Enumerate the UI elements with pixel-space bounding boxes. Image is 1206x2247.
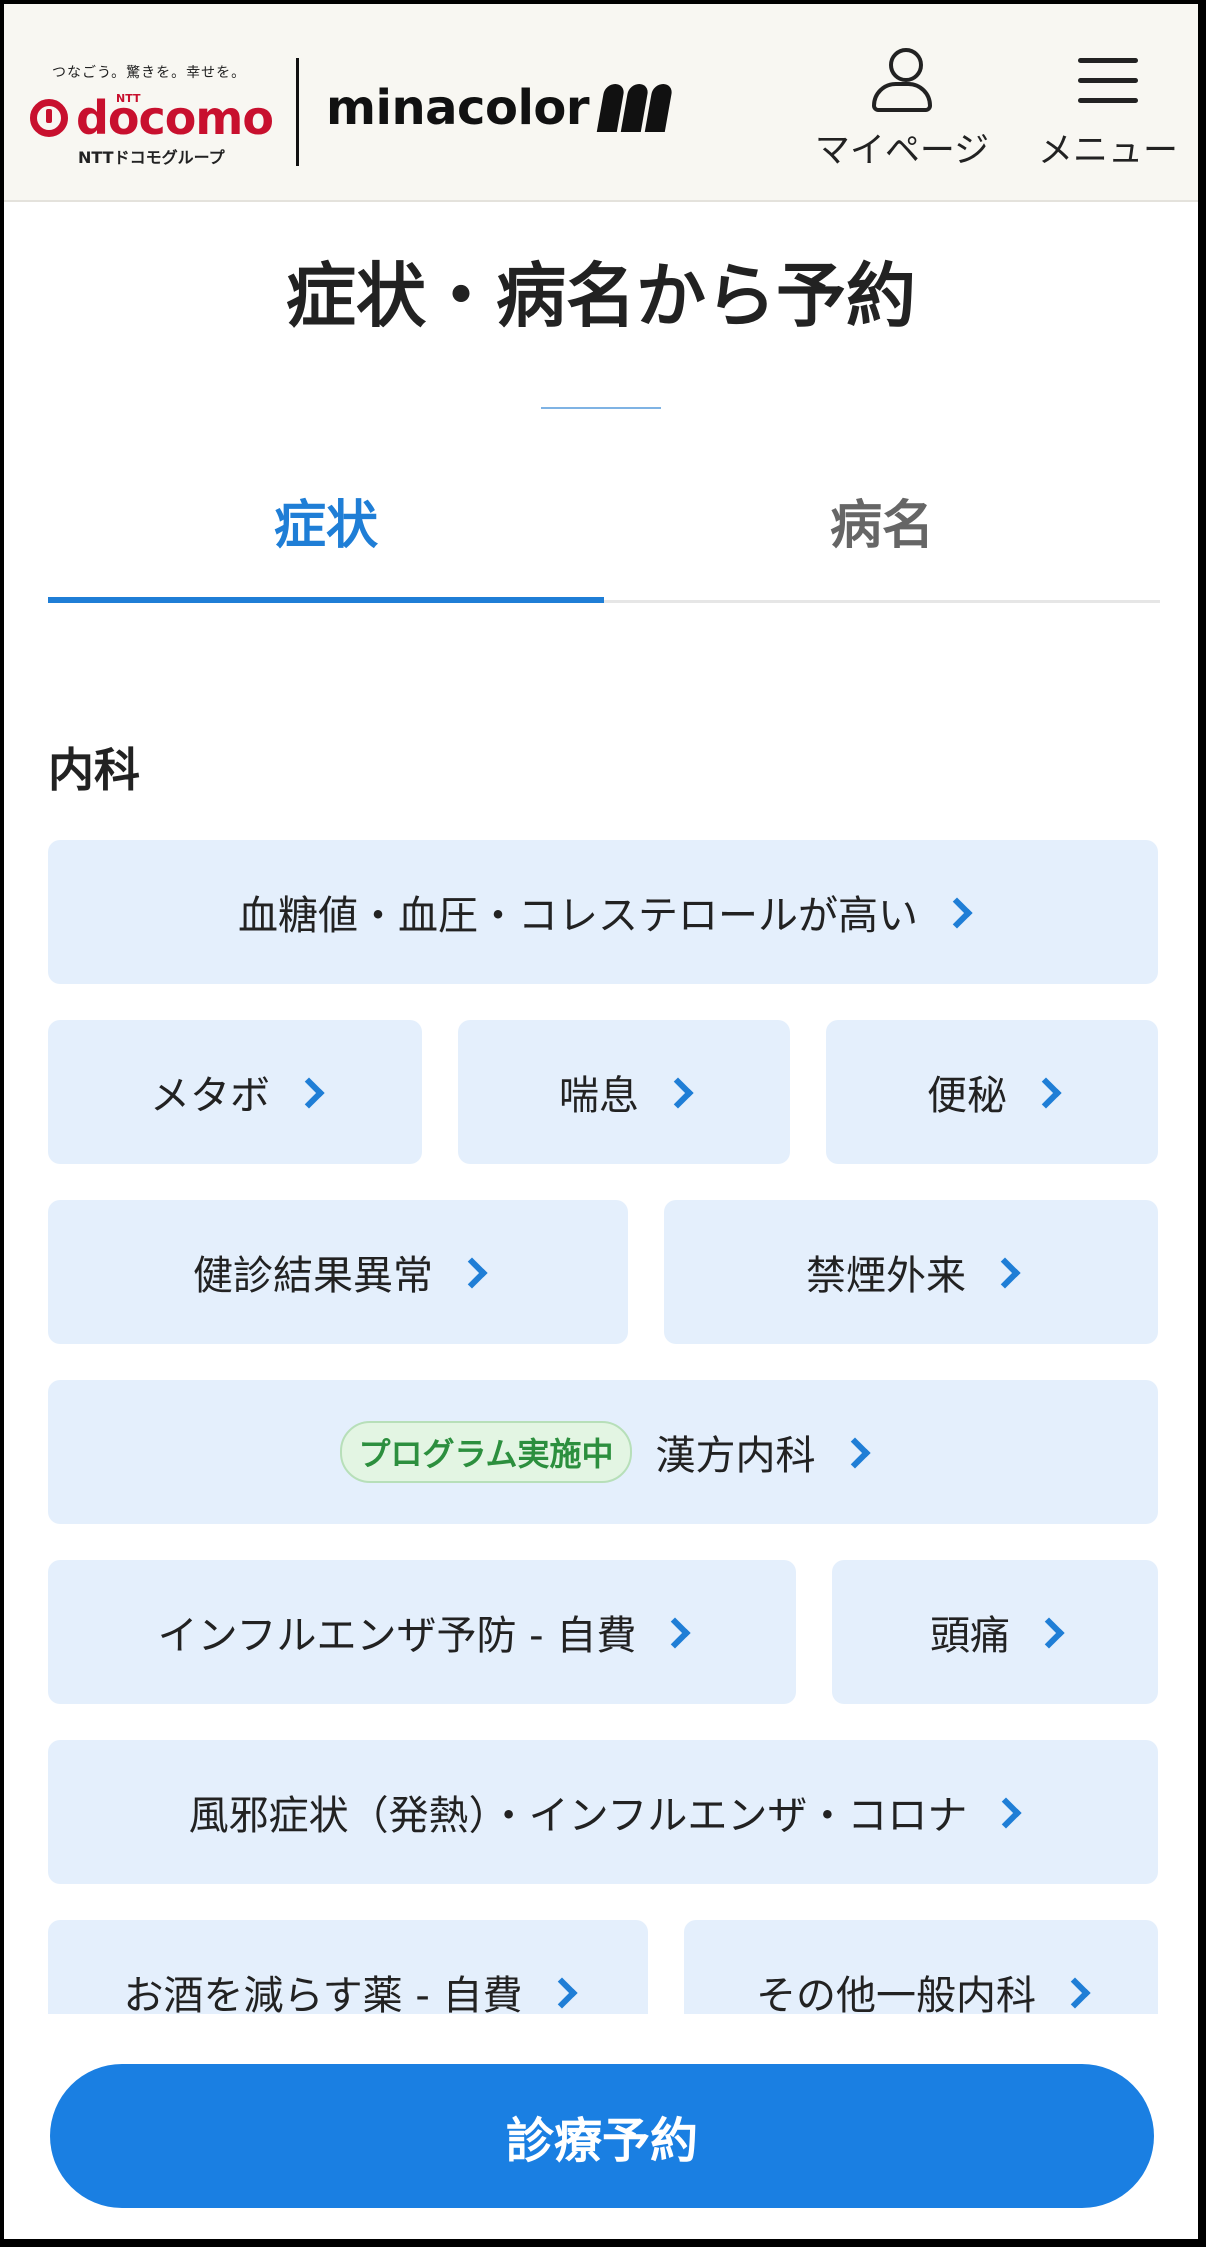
chevron-right-icon <box>659 1617 691 1649</box>
symptom-item-smoking[interactable]: 禁煙外来 <box>664 1200 1158 1344</box>
mypage-label: マイページ <box>814 131 990 171</box>
symptom-label: インフルエンザ予防 - 自費 <box>157 1613 637 1659</box>
minacolor-brand-text: minacolor <box>326 80 590 136</box>
chevron-right-icon <box>838 1437 871 1469</box>
chevron-right-icon <box>1033 1617 1065 1649</box>
symptom-label: 喘息 <box>559 1073 639 1119</box>
symptom-label: 風邪症状（発熱）・インフルエンザ・コロナ <box>188 1793 968 1839</box>
page-title: 症状・病名から予約 <box>286 255 916 337</box>
chevron-right-icon <box>989 1257 1021 1289</box>
symptom-label: 血糖値・血圧・コレステロールが高い <box>238 893 918 939</box>
docomo-ntt-text: NTT <box>116 92 141 105</box>
reserve-button[interactable]: 診療予約 <box>50 2064 1154 2208</box>
logo-divider <box>296 58 299 166</box>
symptom-item-blood-sugar[interactable]: 血糖値・血圧・コレステロールが高い <box>48 840 1158 984</box>
chevron-right-icon <box>990 1797 1022 1829</box>
symptom-label: 健診結果異常 <box>193 1253 433 1299</box>
symptom-label: その他一般内科 <box>756 1973 1036 2014</box>
symptom-item-checkup[interactable]: 健診結果異常 <box>48 1200 628 1344</box>
site-header: つなごう。驚きを。幸せを。 docomo NTT NTTドコモグループ mina… <box>4 4 1198 202</box>
symptom-label: お酒を減らす薬 - 自費 <box>123 1973 523 2014</box>
chevron-right-icon <box>1059 1977 1091 2009</box>
section-title: 内科 <box>48 743 140 797</box>
symptom-item-alcohol[interactable]: お酒を減らす薬 - 自費 <box>48 1920 648 2014</box>
chevron-right-icon <box>662 1077 694 1109</box>
docomo-wordmark: docomo <box>30 88 274 148</box>
symptom-item-asthma[interactable]: 喘息 <box>458 1020 790 1164</box>
chevron-right-icon <box>941 897 973 929</box>
program-badge: プログラム実施中 <box>340 1421 632 1483</box>
symptom-label: 漢方内科 <box>655 1433 816 1479</box>
person-icon <box>870 48 934 112</box>
symptom-label: 頭痛 <box>930 1613 1010 1659</box>
symptom-label: 禁煙外来 <box>806 1253 966 1299</box>
symptom-item-kampo[interactable]: プログラム実施中 漢方内科 <box>48 1380 1158 1524</box>
tab-diseases[interactable]: 病名 <box>604 474 1160 600</box>
symptom-label: メタボ <box>150 1073 270 1119</box>
docomo-tagline: つなごう。驚きを。幸せを。 <box>52 65 247 81</box>
docomo-group-text: NTTドコモグループ <box>78 148 225 167</box>
chevron-right-icon <box>456 1257 488 1289</box>
mypage-button[interactable]: マイページ <box>812 48 992 173</box>
menu-button[interactable]: メニュー <box>1028 48 1188 173</box>
app-frame: つなごう。驚きを。幸せを。 docomo NTT NTTドコモグループ mina… <box>4 4 1198 2239</box>
symptom-list: 血糖値・血圧・コレステロールが高い メタボ 喘息 便秘 健診結果異常 禁煙外来 … <box>4 840 1198 2014</box>
chevron-right-icon <box>1030 1077 1062 1109</box>
hamburger-icon <box>1078 48 1138 112</box>
tab-bar: 症状 病名 <box>48 474 1160 603</box>
chevron-right-icon <box>545 1977 578 2009</box>
tab-symptoms[interactable]: 症状 <box>48 474 604 603</box>
chevron-right-icon <box>293 1077 325 1109</box>
menu-label: メニュー <box>1037 131 1178 171</box>
symptom-item-cold-flu-covid[interactable]: 風邪症状（発熱）・インフルエンザ・コロナ <box>48 1740 1158 1884</box>
symptom-item-flu-vaccine[interactable]: インフルエンザ予防 - 自費 <box>48 1560 796 1704</box>
symptom-item-metabo[interactable]: メタボ <box>48 1020 422 1164</box>
minacolor-logo[interactable]: minacolor <box>326 80 674 136</box>
docomo-mark-icon <box>30 99 68 137</box>
minacolor-mark-icon <box>596 84 674 132</box>
symptom-label: 便秘 <box>927 1073 1007 1119</box>
symptom-item-headache[interactable]: 頭痛 <box>832 1560 1158 1704</box>
symptom-item-constipation[interactable]: 便秘 <box>826 1020 1158 1164</box>
symptom-item-other[interactable]: その他一般内科 <box>684 1920 1158 2014</box>
docomo-brand-text: docomo <box>76 91 274 145</box>
title-divider <box>541 407 661 409</box>
